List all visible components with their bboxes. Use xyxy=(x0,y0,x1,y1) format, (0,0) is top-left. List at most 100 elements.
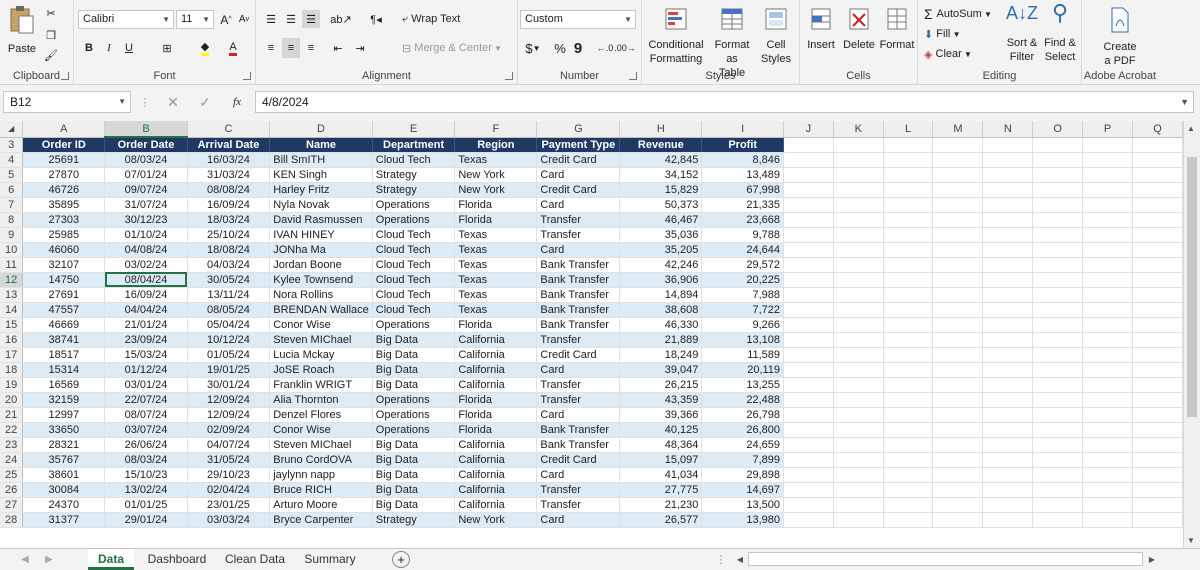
tab-clean-data[interactable]: Clean Data xyxy=(220,549,290,570)
format-button[interactable]: Format xyxy=(878,6,916,52)
scroll-up-icon[interactable]: ▲ xyxy=(1187,124,1195,133)
empty-cell[interactable] xyxy=(833,227,884,243)
data-cell[interactable]: New York xyxy=(454,167,538,183)
clear-button[interactable]: ◈ Clear ▼ xyxy=(924,45,984,63)
empty-cell[interactable] xyxy=(982,347,1034,363)
empty-cell[interactable] xyxy=(883,152,934,168)
empty-cell[interactable] xyxy=(833,182,884,198)
header-cell[interactable]: Order ID xyxy=(22,137,106,153)
column-header-g[interactable]: G xyxy=(536,121,621,138)
data-cell[interactable]: 30/05/24 xyxy=(187,272,271,288)
data-cell[interactable]: 15,097 xyxy=(619,452,703,468)
data-cell[interactable]: 13/02/24 xyxy=(104,482,188,498)
orientation-icon[interactable]: ab↗ xyxy=(328,10,354,28)
empty-cell[interactable] xyxy=(982,152,1034,168)
empty-cell[interactable] xyxy=(833,482,884,498)
data-cell[interactable]: 42,845 xyxy=(619,152,703,168)
data-cell[interactable]: 14,894 xyxy=(619,287,703,303)
data-cell[interactable]: Bruno CordOVA xyxy=(269,452,373,468)
empty-cell[interactable] xyxy=(1082,272,1133,288)
hscroll-left-icon[interactable]: ◀ xyxy=(734,552,746,566)
vertical-scrollbar[interactable]: ▲ ▼ xyxy=(1183,121,1200,548)
insert-function-button[interactable]: fx xyxy=(228,94,246,110)
empty-cell[interactable] xyxy=(1082,242,1133,258)
cancel-entry-icon[interactable]: ✕ xyxy=(164,94,182,110)
data-cell[interactable]: Big Data xyxy=(372,347,456,363)
data-cell[interactable]: 26,798 xyxy=(701,407,785,423)
data-cell[interactable]: 23/01/25 xyxy=(187,497,271,513)
data-cell[interactable]: 21/01/24 xyxy=(104,317,188,333)
increase-decimal-icon[interactable]: ←.0 xyxy=(596,38,614,58)
data-cell[interactable]: Bank Transfer xyxy=(536,287,621,303)
empty-cell[interactable] xyxy=(982,167,1034,183)
empty-cell[interactable] xyxy=(1032,452,1084,468)
empty-cell[interactable] xyxy=(932,347,984,363)
select-all-corner[interactable]: ◢ xyxy=(0,121,24,138)
empty-cell[interactable] xyxy=(932,407,984,423)
empty-cell[interactable] xyxy=(1032,362,1084,378)
data-cell[interactable]: 08/04/24 xyxy=(104,272,188,288)
data-cell[interactable]: 31/05/24 xyxy=(187,452,271,468)
empty-cell[interactable] xyxy=(783,167,834,183)
name-box[interactable]: B12 ▼ xyxy=(3,91,131,113)
data-cell[interactable]: JoSE Roach xyxy=(269,362,373,378)
data-cell[interactable]: JONha Ma xyxy=(269,242,373,258)
data-cell[interactable]: 26/06/24 xyxy=(104,437,188,453)
data-cell[interactable]: 16/09/24 xyxy=(104,287,188,303)
empty-cell[interactable] xyxy=(1082,317,1133,333)
empty-cell[interactable] xyxy=(1082,437,1133,453)
empty-cell[interactable] xyxy=(883,167,934,183)
data-cell[interactable]: 38,608 xyxy=(619,302,703,318)
data-cell[interactable]: 14750 xyxy=(22,272,106,288)
empty-cell[interactable] xyxy=(883,302,934,318)
empty-cell[interactable] xyxy=(783,227,834,243)
empty-cell[interactable] xyxy=(883,422,934,438)
enter-entry-icon[interactable]: ✓ xyxy=(196,94,214,110)
empty-cell[interactable] xyxy=(982,197,1034,213)
empty-cell[interactable] xyxy=(883,362,934,378)
empty-cell[interactable] xyxy=(883,182,934,198)
column-header-q[interactable]: Q xyxy=(1132,121,1183,138)
data-cell[interactable]: Card xyxy=(536,407,621,423)
empty-cell[interactable] xyxy=(783,272,834,288)
data-cell[interactable]: Denzel Flores xyxy=(269,407,373,423)
row-header[interactable]: 17 xyxy=(0,347,24,363)
align-right-icon[interactable]: ≡ xyxy=(302,38,320,58)
data-cell[interactable]: 30084 xyxy=(22,482,106,498)
data-cell[interactable]: David Rasmussen xyxy=(269,212,373,228)
data-cell[interactable]: Operations xyxy=(372,197,456,213)
row-header[interactable]: 18 xyxy=(0,362,24,378)
row-header[interactable]: 21 xyxy=(0,407,24,423)
empty-cell[interactable] xyxy=(883,407,934,423)
empty-cell[interactable] xyxy=(1032,497,1084,513)
empty-cell[interactable] xyxy=(1132,512,1183,528)
empty-cell[interactable] xyxy=(1032,422,1084,438)
data-cell[interactable]: 13,980 xyxy=(701,512,785,528)
bold-button[interactable]: B xyxy=(80,38,98,58)
empty-cell[interactable] xyxy=(1032,377,1084,393)
empty-cell[interactable] xyxy=(1132,212,1183,228)
data-cell[interactable]: Operations xyxy=(372,407,456,423)
empty-cell[interactable] xyxy=(833,377,884,393)
empty-cell[interactable] xyxy=(1082,452,1133,468)
data-cell[interactable]: 23/09/24 xyxy=(104,332,188,348)
empty-cell[interactable] xyxy=(982,392,1034,408)
empty-cell[interactable] xyxy=(1132,152,1183,168)
data-cell[interactable]: 30/12/23 xyxy=(104,212,188,228)
data-cell[interactable]: Transfer xyxy=(536,212,621,228)
empty-cell[interactable] xyxy=(982,212,1034,228)
empty-cell[interactable] xyxy=(932,362,984,378)
data-cell[interactable]: Bank Transfer xyxy=(536,302,621,318)
data-cell[interactable]: 48,364 xyxy=(619,437,703,453)
data-cell[interactable]: Cloud Tech xyxy=(372,227,456,243)
data-cell[interactable]: Cloud Tech xyxy=(372,257,456,273)
empty-cell[interactable] xyxy=(1132,182,1183,198)
data-cell[interactable]: Texas xyxy=(454,227,538,243)
empty-cell[interactable] xyxy=(982,377,1034,393)
data-cell[interactable]: 7,899 xyxy=(701,452,785,468)
data-cell[interactable]: Transfer xyxy=(536,497,621,513)
empty-cell[interactable] xyxy=(1132,347,1183,363)
data-cell[interactable]: 15/03/24 xyxy=(104,347,188,363)
comma-button[interactable]: 9 xyxy=(570,38,586,58)
column-header-f[interactable]: F xyxy=(454,121,538,138)
